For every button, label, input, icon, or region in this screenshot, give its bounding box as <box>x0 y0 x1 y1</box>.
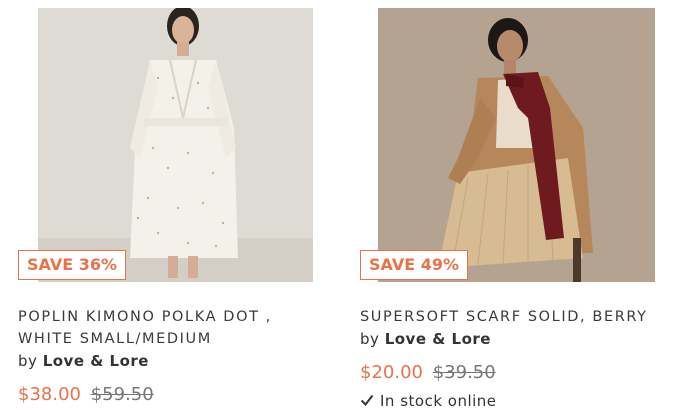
sale-price: $38.00 <box>18 384 81 405</box>
save-badge: SAVE 36% <box>18 250 126 280</box>
price-row: $20.00 $39.50 <box>360 362 496 383</box>
stock-text: In stock online <box>380 392 497 410</box>
compare-price: $39.50 <box>432 362 496 383</box>
product-image[interactable] <box>378 8 655 282</box>
vendor-name[interactable]: Love & Lore <box>385 330 491 348</box>
vendor-prefix: by <box>360 330 380 348</box>
stock-status: In stock online <box>360 392 497 410</box>
check-icon <box>360 394 374 407</box>
scarf-product-photo <box>378 8 655 282</box>
product-image[interactable] <box>38 8 313 282</box>
save-badge: SAVE 49% <box>360 250 468 280</box>
vendor-line: by Love & Lore <box>18 352 149 370</box>
compare-price: $59.50 <box>90 384 154 405</box>
sale-price: $20.00 <box>360 362 423 383</box>
vendor-prefix: by <box>18 352 38 370</box>
product-title[interactable]: POPLIN KIMONO POLKA DOT , WHITE SMALL/ME… <box>18 306 328 350</box>
product-title[interactable]: SUPERSOFT SCARF SOLID, BERRY <box>360 306 670 328</box>
vendor-name[interactable]: Love & Lore <box>43 352 149 370</box>
price-row: $38.00 $59.50 <box>18 384 154 405</box>
kimono-product-photo <box>38 8 313 282</box>
vendor-line: by Love & Lore <box>360 330 491 348</box>
